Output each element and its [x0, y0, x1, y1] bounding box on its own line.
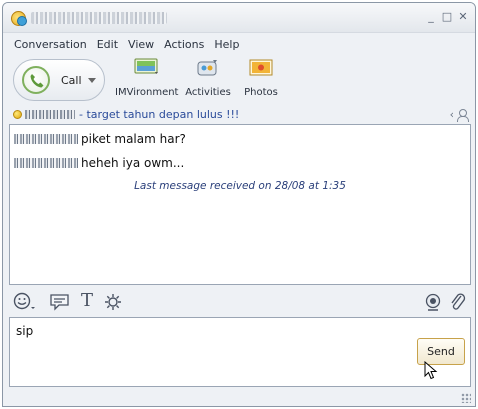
collapse-arrow-icon[interactable]: ‹ [450, 108, 454, 121]
last-message-timestamp: Last message received on 28/08 at 1:35 [134, 180, 346, 192]
title-bar[interactable]: _ □ ✕ [3, 3, 475, 33]
call-label: Call [61, 74, 82, 87]
imvironment-icon [133, 57, 159, 77]
compose-toolbar: T [9, 288, 471, 316]
photos-label: Photos [244, 87, 278, 98]
contact-name-obscured [25, 110, 75, 119]
close-button[interactable]: ✕ [457, 11, 469, 23]
emoticon-icon[interactable] [13, 292, 37, 312]
chat-message: piket malam har? [14, 132, 186, 146]
activities-label: Activities [185, 87, 231, 98]
imvironment-label: IMVironment [115, 87, 179, 98]
chevron-down-icon[interactable] [88, 78, 96, 83]
contact-status-line: - target tahun depan lulus !!! ‹ [3, 105, 475, 123]
status-message: - target tahun depan lulus !!! [79, 108, 240, 121]
menu-actions[interactable]: Actions [159, 35, 209, 55]
mouse-cursor-icon [424, 361, 438, 380]
paperclip-icon[interactable] [449, 292, 467, 312]
activities-icon [195, 57, 221, 77]
toolbar: Call IMVironment Activities Photos [3, 55, 475, 105]
menu-conversation[interactable]: Conversation [9, 35, 92, 55]
photos-icon [248, 57, 274, 77]
menu-edit[interactable]: Edit [92, 35, 123, 55]
toolbar-imvironment[interactable]: IMVironment [115, 57, 179, 98]
webcam-icon[interactable] [423, 292, 443, 312]
text-format-icon[interactable]: T [81, 290, 93, 311]
menu-help[interactable]: Help [209, 35, 244, 55]
phone-icon [22, 66, 50, 94]
menu-bar: Conversation Edit View Actions Help [3, 35, 244, 55]
resize-grip[interactable] [461, 393, 471, 403]
window-title-obscured [31, 12, 167, 24]
toolbar-photos[interactable]: Photos [239, 57, 283, 98]
message-input-text[interactable]: sip [16, 324, 33, 338]
chat-history[interactable]: piket malam har? heheh iya owm... Last m… [9, 124, 471, 285]
message-sender-obscured [14, 158, 78, 168]
plugin-gear-icon[interactable] [103, 292, 123, 312]
messenger-logo-icon [11, 11, 27, 26]
message-input[interactable]: sip Send [9, 317, 471, 387]
online-status-icon [13, 110, 22, 119]
im-conversation-window: _ □ ✕ Conversation Edit View Actions Hel… [2, 2, 476, 407]
call-button[interactable]: Call [13, 59, 105, 101]
toolbar-activities[interactable]: Activities [183, 57, 233, 98]
message-text: heheh iya owm... [81, 156, 185, 170]
minimize-button[interactable]: _ [425, 11, 437, 23]
chat-message: heheh iya owm... [14, 156, 184, 170]
message-sender-obscured [14, 134, 78, 144]
nudge-icon[interactable] [49, 292, 71, 312]
contact-card-icon[interactable] [457, 108, 469, 122]
message-text: piket malam har? [81, 132, 186, 146]
menu-view[interactable]: View [123, 35, 159, 55]
maximize-button[interactable]: □ [441, 11, 453, 23]
